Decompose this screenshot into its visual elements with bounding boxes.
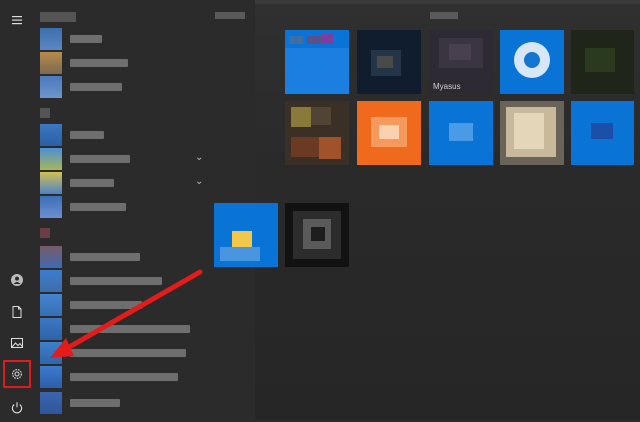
app-icon [40,270,62,292]
tile-orange-app[interactable] [357,101,421,165]
list-item[interactable] [40,366,205,388]
app-label [70,349,186,357]
documents-button[interactable] [3,298,31,326]
app-label [70,373,178,381]
app-icon [40,246,62,268]
tile-label: Myasus [433,82,461,91]
tile-blue-app-3[interactable] [571,101,634,165]
picture-icon [11,338,23,348]
start-menu: ⌄ ⌄ Myasus [0,0,640,420]
app-group-header [40,228,50,238]
app-icon [40,148,62,170]
app-label [70,131,104,139]
app-icon [40,342,62,364]
app-list: ⌄ ⌄ [34,0,210,420]
list-item[interactable] [40,270,205,292]
app-label [70,301,142,309]
app-icon [40,196,62,218]
list-item[interactable] [40,196,205,218]
tile-myasus[interactable]: Myasus [429,30,493,94]
app-icon [40,76,62,98]
tile-file-explorer[interactable] [285,30,349,94]
tile-photo-app[interactable] [500,101,564,165]
app-label [70,59,128,67]
chevron-down-icon[interactable]: ⌄ [195,176,203,187]
app-label [70,399,120,407]
app-label [70,35,102,43]
tile-dark-app[interactable] [357,30,421,94]
user-icon [11,274,23,286]
app-icon [40,366,62,388]
left-rail [0,0,34,420]
tile-blue-app[interactable] [500,30,564,94]
top-strip [255,0,640,4]
tile-blue-app-2[interactable] [429,101,493,165]
app-label [70,277,162,285]
user-account-button[interactable] [3,266,31,294]
tile-store-app[interactable] [214,203,278,267]
app-label [70,253,140,261]
list-item[interactable] [40,392,205,414]
app-icon [40,52,62,74]
app-label [70,325,190,333]
list-item[interactable] [40,52,205,74]
tile-game-app[interactable] [285,101,349,165]
app-group-header [40,108,50,118]
app-label [70,203,126,211]
app-icon [40,318,62,340]
gear-icon [11,368,23,380]
settings-button[interactable] [3,360,31,388]
list-item[interactable] [40,318,205,340]
list-item[interactable] [40,294,205,316]
list-item[interactable] [40,124,205,146]
app-label [70,179,114,187]
menu-icon [12,16,22,25]
app-icon [40,124,62,146]
app-label [70,83,122,91]
document-icon [12,306,22,318]
list-item[interactable] [40,76,205,98]
tile-group-label[interactable] [215,12,245,19]
app-icon [40,294,62,316]
list-item[interactable]: ⌄ [40,172,205,194]
list-item[interactable]: ⌄ [40,148,205,170]
app-group-header [40,12,76,22]
app-icon [40,28,62,50]
tile-green-app[interactable] [571,30,634,94]
pictures-button[interactable] [3,329,31,357]
app-label [70,155,130,163]
tile-group-label[interactable] [430,12,458,19]
list-item[interactable] [40,28,205,50]
hamburger-button[interactable] [3,6,31,34]
power-icon [11,402,23,414]
list-item[interactable] [40,342,205,364]
app-icon [40,172,62,194]
power-button[interactable] [3,394,31,422]
tile-black-app[interactable] [285,203,349,267]
list-item[interactable] [40,246,205,268]
app-icon [40,392,62,414]
chevron-down-icon[interactable]: ⌄ [195,152,203,163]
